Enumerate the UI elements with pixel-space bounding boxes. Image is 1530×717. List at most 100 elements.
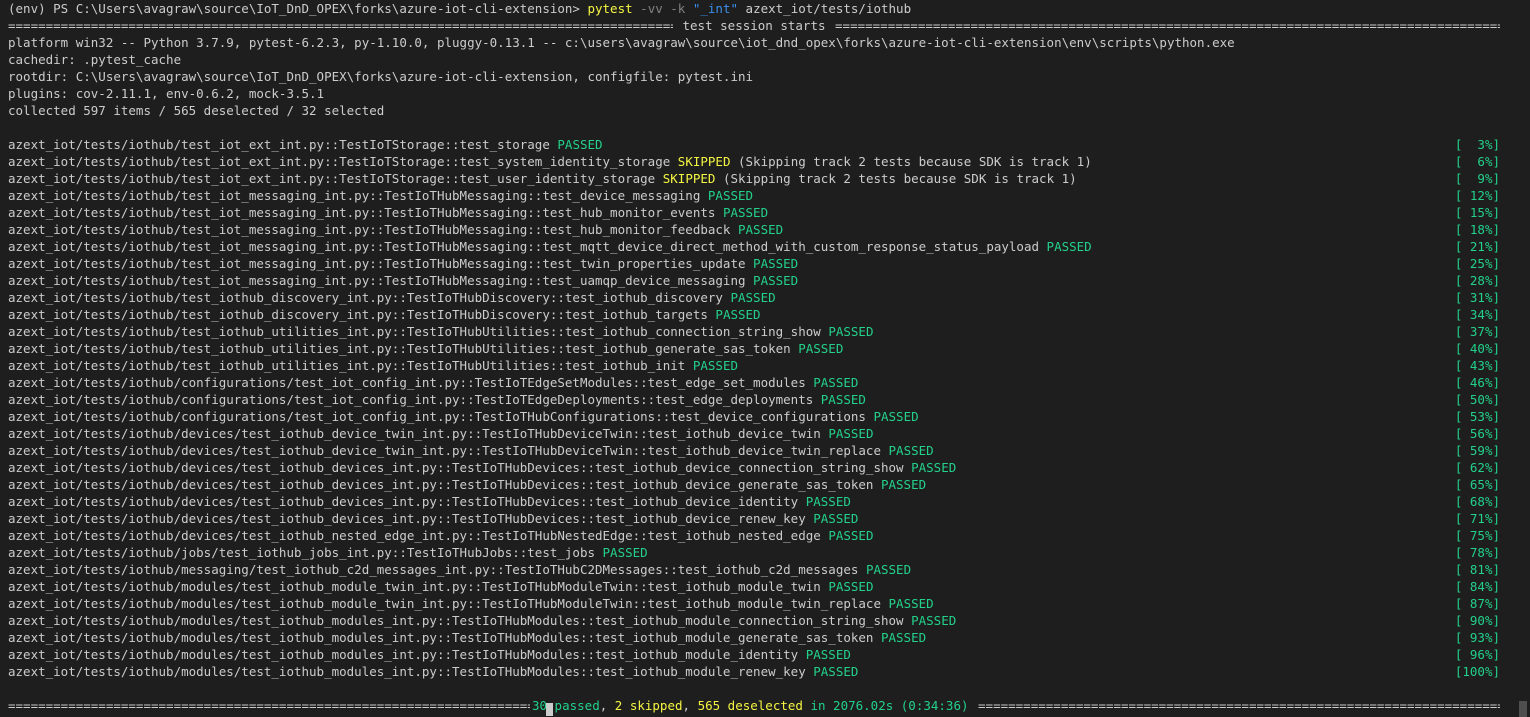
test-result-row: azext_iot/tests/iothub/test_iothub_utili… (8, 340, 1500, 357)
test-result-row: azext_iot/tests/iothub/configurations/te… (8, 391, 1500, 408)
test-progress-percent: [ 71%] (1454, 511, 1500, 526)
test-name: azext_iot/tests/iothub/test_iothub_disco… (8, 290, 723, 305)
test-progress-percent: [ 78%] (1454, 545, 1500, 560)
test-result-row: azext_iot/tests/iothub/modules/test_ioth… (8, 629, 1500, 646)
test-result-row: azext_iot/tests/iothub/devices/test_ioth… (8, 527, 1500, 544)
test-progress-percent: [ 6%] (1454, 154, 1500, 169)
separator-left: ========================================… (8, 698, 530, 713)
test-skip-reason: (Skipping track 2 tests because SDK is t… (730, 154, 1092, 169)
test-status: PASSED (828, 426, 874, 441)
test-status: PASSED (805, 647, 851, 662)
test-result-row: azext_iot/tests/iothub/devices/test_ioth… (8, 459, 1500, 476)
test-progress-percent: [ 53%] (1454, 409, 1500, 424)
test-result-row: azext_iot/tests/iothub/devices/test_ioth… (8, 493, 1500, 510)
test-name: azext_iot/tests/iothub/modules/test_ioth… (8, 579, 821, 594)
test-name: azext_iot/tests/iothub/test_iot_messagin… (8, 239, 1040, 254)
test-result-row: azext_iot/tests/iothub/test_iot_messagin… (8, 204, 1500, 221)
test-result-row: azext_iot/tests/iothub/test_iot_ext_int.… (8, 170, 1500, 187)
session-info-line: rootdir: C:\Users\avagraw\source\IoT_DnD… (8, 69, 754, 84)
test-progress-percent: [ 50%] (1454, 392, 1500, 407)
test-result-row: azext_iot/tests/iothub/configurations/te… (8, 374, 1500, 391)
session-info-line: plugins: cov-2.11.1, env-0.6.2, mock-3.5… (8, 86, 325, 101)
test-name: azext_iot/tests/iothub/messaging/test_io… (8, 562, 859, 577)
test-name: azext_iot/tests/iothub/test_iot_messagin… (8, 188, 701, 203)
test-progress-percent: [ 68%] (1454, 494, 1500, 509)
test-name: azext_iot/tests/iothub/devices/test_ioth… (8, 443, 881, 458)
test-progress-percent: [ 90%] (1454, 613, 1500, 628)
session-info-line: collected 597 items / 565 deselected / 3… (8, 103, 385, 118)
test-status: PASSED (828, 528, 874, 543)
test-name: azext_iot/tests/iothub/devices/test_ioth… (8, 460, 904, 475)
test-name: azext_iot/tests/iothub/test_iot_ext_int.… (8, 137, 550, 152)
test-status: PASSED (820, 392, 866, 407)
test-status: PASSED (888, 443, 934, 458)
test-status: PASSED (707, 188, 754, 203)
session-header: ========================================… (8, 17, 1500, 34)
test-name: azext_iot/tests/iothub/modules/test_ioth… (8, 630, 874, 645)
test-name: azext_iot/tests/iothub/test_iot_messagin… (8, 273, 746, 288)
test-name: azext_iot/tests/iothub/test_iothub_utili… (8, 341, 791, 356)
test-status: PASSED (753, 273, 799, 288)
test-name: azext_iot/tests/iothub/modules/test_ioth… (8, 613, 904, 628)
session-info-line: cachedir: .pytest_cache (8, 52, 182, 67)
test-progress-percent: [ 96%] (1454, 647, 1500, 662)
test-status: PASSED (880, 477, 927, 492)
test-status: PASSED (813, 511, 859, 526)
test-progress-percent: [ 28%] (1454, 273, 1500, 288)
test-result-row: azext_iot/tests/iothub/modules/test_ioth… (8, 578, 1500, 595)
test-progress-percent: [ 62%] (1454, 460, 1500, 475)
summary-line: ========================================… (8, 697, 1500, 714)
command-pattern: "_int" (692, 1, 739, 16)
test-result-row: azext_iot/tests/iothub/test_iot_messagin… (8, 255, 1500, 272)
test-result-row: azext_iot/tests/iothub/test_iothub_disco… (8, 306, 1500, 323)
command-name: pytest (587, 1, 633, 16)
test-result-row: azext_iot/tests/iothub/test_iot_messagin… (8, 221, 1500, 238)
test-progress-percent: [ 15%] (1454, 205, 1500, 220)
test-name: azext_iot/tests/iothub/devices/test_ioth… (8, 528, 821, 543)
test-result-row: azext_iot/tests/iothub/modules/test_ioth… (8, 612, 1500, 629)
test-status: PASSED (828, 579, 874, 594)
test-results-list: azext_iot/tests/iothub/test_iot_ext_int.… (8, 136, 1500, 680)
test-progress-percent: [ 65%] (1454, 477, 1500, 492)
session-header-text: test session starts (674, 18, 834, 33)
test-status: PASSED (880, 630, 927, 645)
test-result-row: azext_iot/tests/iothub/jobs/test_iothub_… (8, 544, 1500, 561)
test-status: PASSED (888, 596, 934, 611)
scrollbar-thumb[interactable] (1519, 701, 1527, 717)
test-status: PASSED (715, 307, 761, 322)
test-name: azext_iot/tests/iothub/test_iot_messagin… (8, 222, 731, 237)
summary-deselected: 565 deselected (697, 698, 803, 713)
test-result-row: azext_iot/tests/iothub/test_iothub_utili… (8, 357, 1500, 374)
separator-left: ========================================… (8, 18, 673, 33)
summary-text: 30 passed, 2 skipped, 565 deselected in … (530, 697, 978, 714)
test-progress-percent: [ 21%] (1454, 239, 1500, 254)
test-status: PASSED (911, 613, 957, 628)
scrollbar[interactable] (1516, 0, 1530, 717)
test-progress-percent: [ 46%] (1454, 375, 1500, 390)
test-progress-percent: [ 84%] (1454, 579, 1500, 594)
test-result-row: azext_iot/tests/iothub/test_iot_messagin… (8, 187, 1500, 204)
test-name: azext_iot/tests/iothub/devices/test_ioth… (8, 511, 806, 526)
test-progress-percent: [ 3%] (1454, 137, 1500, 152)
summary-separator: , (682, 698, 698, 713)
test-skip-reason: (Skipping track 2 tests because SDK is t… (715, 171, 1077, 186)
test-name: azext_iot/tests/iothub/test_iot_ext_int.… (8, 154, 671, 169)
test-progress-percent: [ 12%] (1454, 188, 1500, 203)
test-name: azext_iot/tests/iothub/test_iothub_disco… (8, 307, 708, 322)
test-status: PASSED (692, 358, 738, 373)
test-result-row: azext_iot/tests/iothub/test_iot_ext_int.… (8, 136, 1500, 153)
test-status: PASSED (722, 205, 769, 220)
test-progress-percent: [ 9%] (1454, 171, 1500, 186)
test-name: azext_iot/tests/iothub/test_iothub_utili… (8, 358, 686, 373)
summary-duration: in 2076.02s (0:34:36) (802, 698, 977, 713)
test-status: SKIPPED (677, 154, 731, 169)
prompt-path: (env) PS C:\Users\avagraw\source\IoT_DnD… (8, 1, 580, 16)
test-result-row: azext_iot/tests/iothub/test_iot_messagin… (8, 272, 1500, 289)
test-result-row: azext_iot/tests/iothub/modules/test_ioth… (8, 663, 1500, 680)
test-name: azext_iot/tests/iothub/test_iot_ext_int.… (8, 171, 656, 186)
test-result-row: azext_iot/tests/iothub/test_iot_messagin… (8, 238, 1500, 255)
test-result-row: azext_iot/tests/iothub/modules/test_ioth… (8, 646, 1500, 663)
terminal-output[interactable]: (env) PS C:\Users\avagraw\source\IoT_DnD… (8, 0, 1500, 714)
test-status: PASSED (813, 375, 859, 390)
